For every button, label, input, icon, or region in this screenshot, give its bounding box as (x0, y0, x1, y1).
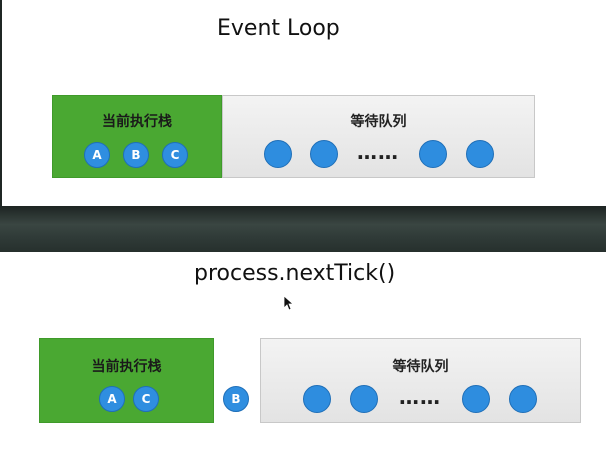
queue-task (419, 140, 447, 168)
queue-task (350, 385, 378, 413)
wait-queue-box: 等待队列 …… (222, 95, 535, 178)
event-loop-slide: Event Loop 当前执行栈 A B C 等待队列 …… (0, 0, 606, 206)
queue-task (303, 385, 331, 413)
queue-task (310, 140, 338, 168)
task-c: C (162, 142, 188, 168)
wait-queue-box: 等待队列 …… (260, 338, 581, 423)
slide-title: Event Loop (217, 16, 340, 41)
wait-queue-label: 等待队列 (392, 359, 449, 375)
call-stack-box: 当前执行栈 A B C (52, 95, 222, 178)
queue-ellipsis: …… (357, 140, 399, 164)
task-b: B (123, 142, 149, 168)
next-tick-slide: process.nextTick() 当前执行栈 A C B 等待队列 …… (0, 252, 606, 449)
task-a: A (99, 386, 125, 412)
queue-task (462, 385, 490, 413)
slide-divider-band (0, 206, 606, 252)
queue-ellipsis: …… (399, 385, 441, 409)
task-a: A (84, 142, 110, 168)
task-c: C (133, 386, 159, 412)
wait-queue-label: 等待队列 (350, 114, 407, 130)
queue-task (466, 140, 494, 168)
queue-task (509, 385, 537, 413)
call-stack-box: 当前执行栈 A C (39, 338, 214, 423)
queue-task (264, 140, 292, 168)
next-tick-task-b: B (223, 386, 249, 412)
call-stack-label: 当前执行栈 (102, 114, 172, 130)
mouse-pointer-icon (283, 295, 293, 311)
call-stack-label: 当前执行栈 (91, 359, 162, 375)
slide-title: process.nextTick() (194, 261, 396, 286)
